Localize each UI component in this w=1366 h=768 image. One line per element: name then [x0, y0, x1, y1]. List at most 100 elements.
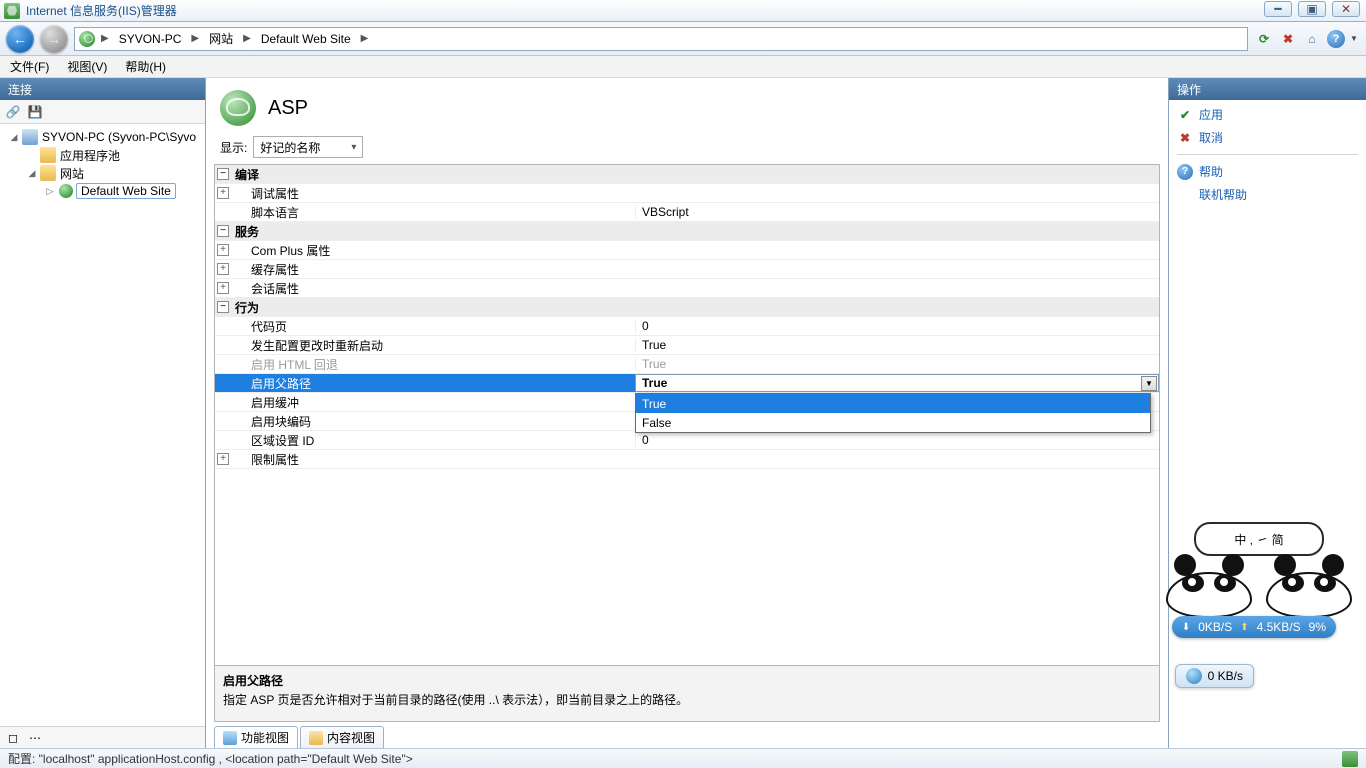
expand-box-icon[interactable]: + [217, 282, 229, 294]
address-toolbar: ← → ▶ SYVON-PC ▶ 网站 ▶ Default Web Site ▶… [0, 22, 1366, 56]
bird-icon [1186, 668, 1202, 684]
grid-category-compile[interactable]: −编译 [215, 165, 1159, 184]
help-icon[interactable]: ? [1326, 29, 1346, 49]
grid-row-script-language[interactable]: 脚本语言VBScript [215, 203, 1159, 222]
close-button[interactable]: ✕ [1332, 1, 1360, 17]
action-help[interactable]: ?帮助 [1177, 163, 1358, 180]
save-list-icon[interactable]: 💾 [26, 103, 44, 121]
grid-row-complus[interactable]: +Com Plus 属性 [215, 241, 1159, 260]
grid-row-parent-paths[interactable]: 启用父路径True▼ [215, 374, 1159, 393]
window-titlebar: Internet 信息服务(IIS)管理器 ━ ▣ ✕ [0, 0, 1366, 22]
ready-icon: ◻ [4, 729, 22, 747]
apply-icon: ✔ [1177, 107, 1193, 123]
iis-status-icon [1342, 751, 1358, 767]
content-view-icon [309, 731, 323, 745]
property-grid[interactable]: −编译 +调试属性 脚本语言VBScript −服务 +Com Plus 属性 … [214, 164, 1160, 722]
actions-panel: 操作 ✔应用 ✖取消 ?帮助 联机帮助 [1168, 78, 1366, 748]
action-cancel[interactable]: ✖取消 [1177, 129, 1358, 146]
status-text: 配置: "localhost" applicationHost.config ,… [8, 750, 413, 767]
chevron-right-icon[interactable]: ▶ [101, 33, 109, 44]
help-dropdown-icon[interactable]: ▼ [1350, 34, 1360, 43]
connections-statusbar: ◻ ⋯ [0, 726, 205, 748]
dropdown-button-icon[interactable]: ▼ [1141, 376, 1157, 391]
connections-panel: 连接 🔗 💾 ◢ SYVON-PC (Syvon-PC\Syvo 应用程序池 ◢… [0, 78, 206, 748]
maximize-button[interactable]: ▣ [1298, 1, 1326, 17]
grid-row-html-fallback[interactable]: 启用 HTML 回退True [215, 355, 1159, 374]
home-icon[interactable]: ⌂ [1302, 29, 1322, 49]
sites-folder-icon [40, 165, 56, 181]
tree-node-default-site[interactable]: ▷ Default Web Site [0, 182, 205, 200]
actions-panel-title: 操作 [1169, 78, 1366, 100]
download-arrow-icon: ⬇ [1182, 622, 1190, 633]
tab-features-view[interactable]: 功能视图 [214, 726, 298, 748]
grid-category-services[interactable]: −服务 [215, 222, 1159, 241]
folder-icon [40, 147, 56, 163]
info-icon: ⋯ [26, 729, 44, 747]
collapse-box-icon[interactable]: − [217, 168, 229, 180]
tree-node-sites[interactable]: ◢ 网站 [0, 164, 205, 182]
menu-help[interactable]: 帮助(H) [125, 58, 166, 75]
grid-category-behavior[interactable]: −行为 [215, 298, 1159, 317]
menu-view[interactable]: 视图(V) [67, 58, 107, 75]
collapse-box-icon[interactable]: − [217, 225, 229, 237]
collapse-icon[interactable]: ◢ [26, 167, 38, 179]
breadcrumb-bar[interactable]: ▶ SYVON-PC ▶ 网站 ▶ Default Web Site ▶ [74, 27, 1248, 51]
feature-panel: ASP 显示: 好记的名称 −编译 +调试属性 脚本语言VBScript −服务… [206, 78, 1168, 748]
breadcrumb-item-site[interactable]: Default Web Site [257, 29, 355, 49]
breadcrumb-item-host[interactable]: SYVON-PC [115, 29, 186, 49]
action-online-help[interactable]: 联机帮助 [1177, 186, 1358, 203]
separator [1177, 154, 1358, 155]
expand-box-icon[interactable]: + [217, 263, 229, 275]
chevron-right-icon[interactable]: ▶ [191, 33, 199, 44]
nav-forward-button[interactable]: → [40, 25, 68, 53]
action-apply[interactable]: ✔应用 [1177, 106, 1358, 123]
mascot-speech-bubble: 中 , ㇀ 简 [1194, 522, 1324, 556]
dropdown-option-false[interactable]: False [636, 413, 1150, 432]
parent-paths-dropdown[interactable]: True False [635, 393, 1151, 433]
grid-row-codepage[interactable]: 代码页0 [215, 317, 1159, 336]
minimize-button[interactable]: ━ [1264, 1, 1292, 17]
collapse-icon[interactable]: ◢ [8, 131, 20, 143]
expand-icon[interactable]: ▷ [44, 185, 56, 197]
chevron-right-icon[interactable]: ▶ [243, 33, 251, 44]
display-label: 显示: [220, 139, 247, 156]
grid-row-locale-id[interactable]: 区域设置 ID0 [215, 431, 1159, 450]
bandwidth-badge[interactable]: 0 KB/s [1175, 664, 1254, 688]
network-speed-widget[interactable]: ⬇0KB/S ⬆4.5KB/S 9% [1172, 616, 1336, 638]
dropdown-option-true[interactable]: True [636, 394, 1150, 413]
panda-right-icon [1266, 560, 1352, 618]
desktop-mascot: 中 , ㇀ 简 [1166, 522, 1352, 618]
menu-file[interactable]: 文件(F) [10, 58, 49, 75]
grid-row-debug-props[interactable]: +调试属性 [215, 184, 1159, 203]
refresh-icon[interactable]: ⟳ [1254, 29, 1274, 49]
stop-icon[interactable]: ✖ [1278, 29, 1298, 49]
breadcrumb-item-sites[interactable]: 网站 [205, 29, 237, 49]
chevron-right-icon[interactable]: ▶ [361, 33, 369, 44]
tree-node-host[interactable]: ◢ SYVON-PC (Syvon-PC\Syvo [0, 128, 205, 146]
globe-icon [79, 31, 95, 47]
grid-row-session[interactable]: +会话属性 [215, 279, 1159, 298]
tree-node-app-pools[interactable]: 应用程序池 [0, 146, 205, 164]
features-view-icon [223, 731, 237, 745]
panda-left-icon [1166, 560, 1252, 618]
grid-row-restart-on-change[interactable]: 发生配置更改时重新启动True [215, 336, 1159, 355]
connect-icon[interactable]: 🔗 [4, 103, 22, 121]
connections-toolbar: 🔗 💾 [0, 100, 205, 124]
tab-content-view[interactable]: 内容视图 [300, 726, 384, 748]
expand-box-icon[interactable]: + [217, 187, 229, 199]
display-select[interactable]: 好记的名称 [253, 136, 363, 158]
connections-tree[interactable]: ◢ SYVON-PC (Syvon-PC\Syvo 应用程序池 ◢ 网站 ▷ D… [0, 124, 205, 726]
expand-box-icon[interactable]: + [217, 453, 229, 465]
expand-box-icon[interactable]: + [217, 244, 229, 256]
connections-panel-title: 连接 [0, 78, 205, 100]
help-icon: ? [1177, 164, 1193, 180]
asp-feature-icon [220, 90, 256, 126]
nav-back-button[interactable]: ← [6, 25, 34, 53]
status-bar: 配置: "localhost" applicationHost.config ,… [0, 748, 1366, 768]
menu-bar: 文件(F) 视图(V) 帮助(H) [0, 56, 1366, 78]
grid-row-limits[interactable]: +限制属性 [215, 450, 1159, 469]
feature-title: ASP [268, 97, 308, 120]
iis-app-icon [4, 3, 20, 19]
grid-row-cache[interactable]: +缓存属性 [215, 260, 1159, 279]
collapse-box-icon[interactable]: − [217, 301, 229, 313]
